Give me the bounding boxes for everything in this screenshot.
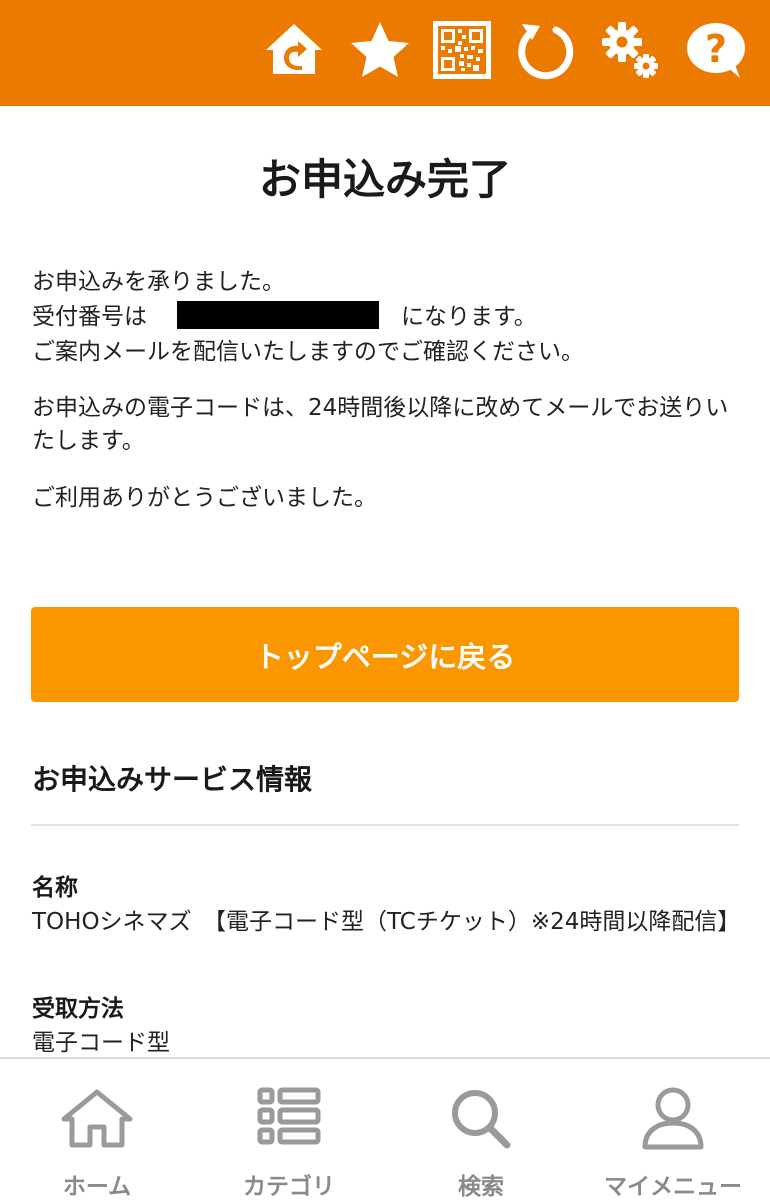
message-line-3: ご案内メールを配信いたしますのでご確認ください。 [32,339,584,365]
nav-label-home: ホーム [62,1174,132,1200]
svg-text:?: ? [705,27,727,71]
star-icon[interactable] [348,18,412,82]
message-line-1: お申込みを承りました。 [32,269,285,295]
redacted-receipt-number [177,301,379,329]
name-value: TOHOシネマズ 【電子コード型（TCチケット）※24時間以降配信】 [32,909,741,935]
message-line-4: お申込みの電子コードは、24時間後以降に改めてメールでお送りいたします。 [32,395,729,454]
method-value: 電子コード型 [32,1030,170,1056]
nav-label-mymenu: マイメニュー [604,1174,742,1200]
back-to-top-button[interactable]: トップページに戻る [31,607,739,702]
receipt-suffix: になります。 [401,304,537,330]
receipt-prefix: 受付番号は [32,304,147,330]
qr-code-icon[interactable] [430,18,494,82]
gear-icon[interactable] [598,18,662,82]
nav-item-search[interactable]: 検索 [386,1079,576,1200]
service-info-title: お申込みサービス情報 [32,763,313,796]
category-list-icon [257,1087,321,1145]
refresh-icon[interactable] [512,18,576,82]
user-icon [642,1087,704,1150]
search-icon [452,1090,511,1149]
help-icon[interactable]: ? [684,18,748,82]
nav-item-mymenu[interactable]: マイメニュー [578,1079,768,1200]
home-return-icon[interactable] [262,18,326,82]
nav-item-category[interactable]: カテゴリ [194,1079,384,1200]
home-icon [61,1089,133,1148]
section-divider [31,824,739,826]
message-line-2: 受付番号は になります。 [32,301,537,334]
app-header: ? [0,0,770,106]
nav-item-home[interactable]: ホーム [2,1079,192,1200]
method-label: 受取方法 [32,996,124,1022]
nav-label-category: カテゴリ [243,1174,335,1200]
page-title: お申込み完了 [258,155,511,204]
bottom-nav: ホーム カテゴリ 検索 マイメニュー [0,1057,770,1200]
nav-label-search: 検索 [458,1174,504,1200]
name-label: 名称 [32,875,78,901]
message-line-5: ご利用ありがとうございました。 [32,485,377,511]
